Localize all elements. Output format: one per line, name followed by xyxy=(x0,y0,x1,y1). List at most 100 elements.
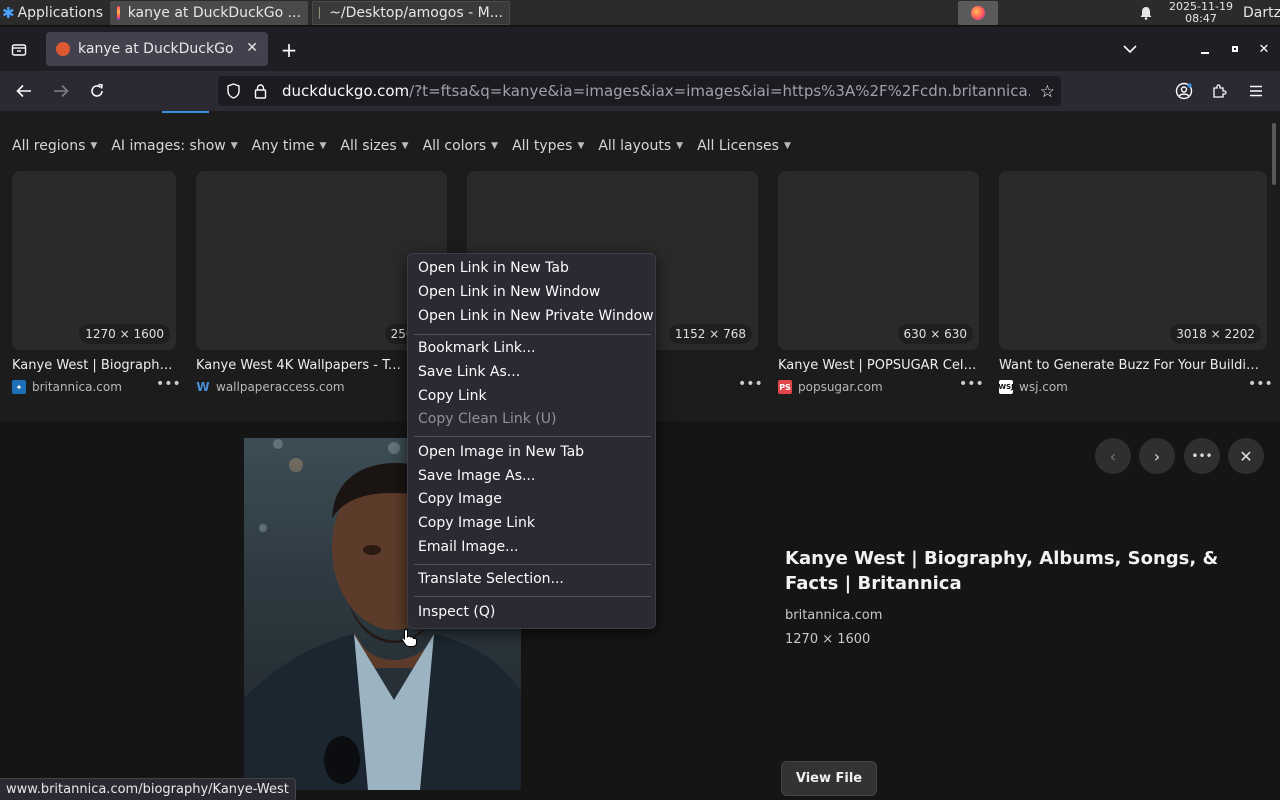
hand-cursor-icon xyxy=(400,628,418,648)
result-source[interactable]: Wwallpaperaccess.com xyxy=(196,380,345,394)
result-title[interactable]: Want to Generate Buzz For Your Building?… xyxy=(999,358,1267,373)
maximize-icon[interactable] xyxy=(1227,39,1243,59)
bookmark-star-icon[interactable]: ☆ xyxy=(1040,82,1055,102)
user-name: Dartz xyxy=(1243,5,1280,21)
ellipsis-icon: ••• xyxy=(1191,449,1213,463)
result-source[interactable]: WSJ wsj.com xyxy=(998,380,1068,394)
detail-title[interactable]: Kanye West | Biography, Albums, Songs, &… xyxy=(785,546,1245,596)
menu-email-image[interactable]: Email Image... xyxy=(418,536,519,558)
filter-licenses[interactable]: All Licenses ▼ xyxy=(697,138,791,154)
result-thumbnail[interactable]: 3018 × 2202 xyxy=(999,171,1267,350)
result-source[interactable]: PS popsugar.com xyxy=(778,380,883,394)
menu-copy-image[interactable]: Copy Image xyxy=(418,488,502,510)
account-icon[interactable] xyxy=(1174,81,1194,101)
close-detail-button[interactable]: ✕ xyxy=(1228,438,1264,474)
menu-separator xyxy=(414,334,651,335)
menu-open-image-new-tab[interactable]: Open Image in New Tab xyxy=(418,441,584,463)
menu-translate-selection[interactable]: Translate Selection... xyxy=(418,568,564,590)
url-text: duckduckgo.com/?t=ftsa&q=kanye&ia=images… xyxy=(282,82,1030,100)
user-menu[interactable]: Dartz xyxy=(1243,1,1280,25)
chevron-down-icon: ▼ xyxy=(577,141,585,151)
menu-open-link-new-window[interactable]: Open Link in New Window xyxy=(418,281,600,303)
view-file-button[interactable]: View File xyxy=(781,761,877,796)
context-menu: Open Link in New Tab Open Link in New Wi… xyxy=(407,253,656,629)
tracking-protection-shield-icon[interactable] xyxy=(226,83,242,99)
previous-image-button[interactable]: ‹ xyxy=(1095,438,1131,474)
menu-open-link-private-window[interactable]: Open Link in New Private Window xyxy=(418,305,654,327)
url-domain: duckduckgo.com xyxy=(282,82,410,100)
back-arrow-icon[interactable] xyxy=(13,81,35,101)
status-bar-link-preview: www.britannica.com/biography/Kanye-West xyxy=(0,778,296,800)
result-source[interactable]: ✦ britannica.com xyxy=(12,380,122,394)
menu-open-link-new-tab[interactable]: Open Link in New Tab xyxy=(418,257,569,279)
new-tab-icon[interactable]: + xyxy=(278,38,300,62)
filter-regions[interactable]: All regions ▼ xyxy=(12,138,97,154)
clock-time: 08:47 xyxy=(1185,12,1217,25)
next-image-button[interactable]: › xyxy=(1139,438,1175,474)
wallpaperaccess-favicon-icon: W xyxy=(196,380,210,394)
more-options-icon[interactable]: ••• xyxy=(1248,376,1273,392)
close-window-icon[interactable]: ✕ xyxy=(1256,39,1272,59)
notification-bell-icon[interactable] xyxy=(1137,1,1155,25)
chevron-right-icon: › xyxy=(1153,446,1161,466)
menu-copy-link[interactable]: Copy Link xyxy=(418,385,487,407)
filter-colors[interactable]: All colors ▼ xyxy=(423,138,499,154)
page-scrollbar[interactable] xyxy=(1272,123,1276,185)
workspace-indicator[interactable] xyxy=(958,1,998,25)
filter-types[interactable]: All types ▼ xyxy=(512,138,584,154)
result-title[interactable]: Kanye West | Biography, Al... xyxy=(12,358,180,373)
detail-source[interactable]: britannica.com xyxy=(785,608,882,623)
extensions-puzzle-icon[interactable] xyxy=(1210,81,1230,101)
forward-arrow-icon[interactable] xyxy=(50,81,72,101)
result-title[interactable]: Kanye West | POPSUGAR Celebr... xyxy=(778,358,978,373)
detail-dimensions: 1270 × 1600 xyxy=(785,632,871,647)
applications-menu[interactable]: ✱ Applications xyxy=(2,1,110,25)
menu-save-link-as[interactable]: Save Link As... xyxy=(418,361,520,383)
menu-copy-clean-link: Copy Clean Link (U) xyxy=(418,411,557,427)
image-dimensions: 1270 × 1600 xyxy=(79,324,170,344)
more-options-icon[interactable]: ••• xyxy=(156,376,181,392)
more-options-button[interactable]: ••• xyxy=(1184,438,1220,474)
filter-label: All layouts xyxy=(598,138,672,154)
list-tabs-chevron-icon[interactable] xyxy=(1120,39,1140,59)
image-dimensions: 1152 × 768 xyxy=(668,324,752,344)
hamburger-menu-icon[interactable] xyxy=(1246,81,1266,101)
menu-separator xyxy=(414,436,651,437)
close-tab-icon[interactable]: ✕ xyxy=(246,40,258,56)
close-icon: ✕ xyxy=(1239,446,1253,466)
lock-icon[interactable] xyxy=(254,83,268,99)
more-options-icon[interactable]: ••• xyxy=(959,376,984,392)
filter-label: All sizes xyxy=(340,138,397,154)
taskbar-window-files[interactable]: ~/Desktop/amogos - M... xyxy=(312,1,510,25)
taskbar-window-firefox[interactable]: kanye at DuckDuckGo ... xyxy=(110,1,308,25)
result-thumbnail[interactable]: 630 × 630 xyxy=(778,171,979,350)
taskbar-window-title: ~/Desktop/amogos - M... xyxy=(329,5,503,21)
filter-label: Any time xyxy=(251,138,315,154)
firefox-icon xyxy=(971,6,985,20)
reload-icon[interactable] xyxy=(86,81,108,101)
clock[interactable]: 2025-11-19 08:47 xyxy=(1162,1,1240,25)
minimize-icon[interactable] xyxy=(1197,39,1213,59)
more-options-icon[interactable]: ••• xyxy=(738,376,763,392)
applications-label: Applications xyxy=(17,5,104,21)
url-bar[interactable]: duckduckgo.com/?t=ftsa&q=kanye&ia=images… xyxy=(218,76,1061,106)
result-source-domain: popsugar.com xyxy=(798,380,883,394)
filter-label: All types xyxy=(512,138,573,154)
desktop-taskbar: ✱ Applications kanye at DuckDuckGo ... ~… xyxy=(0,0,1280,26)
filter-ai-images[interactable]: AI images: show ▼ xyxy=(111,138,237,154)
menu-separator xyxy=(414,596,651,597)
result-title[interactable]: Kanye West 4K Wallpapers - Top Fre xyxy=(196,358,408,373)
filter-label: All Licenses xyxy=(697,138,779,154)
filter-time[interactable]: Any time ▼ xyxy=(252,138,327,154)
filter-layouts[interactable]: All layouts ▼ xyxy=(598,138,683,154)
tab-overview-icon[interactable] xyxy=(8,39,30,61)
tab-kanye-duckduckgo[interactable]: kanye at DuckDuckGo ✕ xyxy=(46,32,268,66)
menu-copy-image-link[interactable]: Copy Image Link xyxy=(418,512,535,534)
result-source-domain: wallpaperaccess.com xyxy=(216,380,345,394)
result-thumbnail[interactable]: 1270 × 1600 xyxy=(12,171,176,350)
filter-sizes[interactable]: All sizes ▼ xyxy=(340,138,408,154)
menu-save-image-as[interactable]: Save Image As... xyxy=(418,465,535,487)
menu-bookmark-link[interactable]: Bookmark Link... xyxy=(418,337,535,359)
chevron-down-icon: ▼ xyxy=(90,141,98,151)
menu-inspect[interactable]: Inspect (Q) xyxy=(418,601,495,623)
